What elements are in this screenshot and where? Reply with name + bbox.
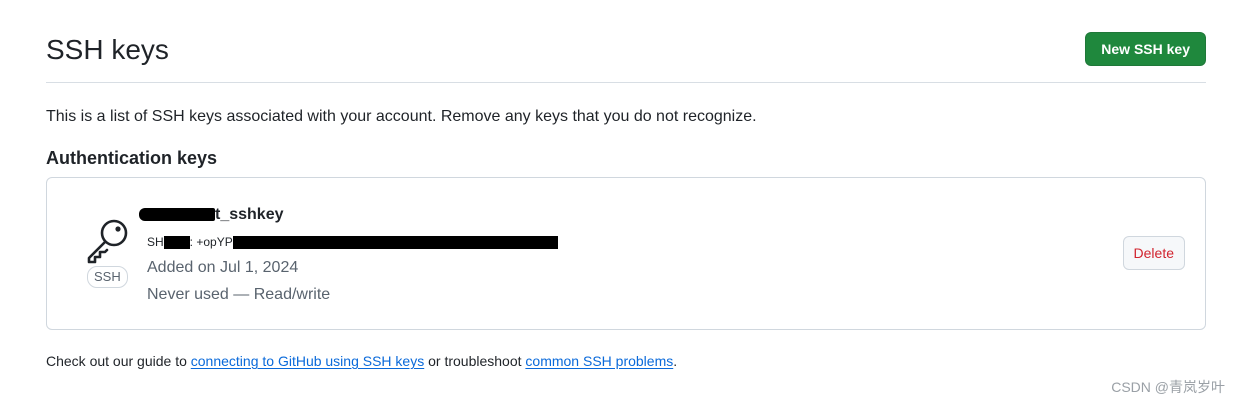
redacted-block [232,236,558,250]
key-icon [85,216,131,264]
ssh-guide-link[interactable]: connecting to GitHub using SSH keys [191,353,424,369]
new-ssh-key-button[interactable]: New SSH key [1085,32,1206,66]
key-fingerprint: SH : +opYP [147,234,558,250]
key-title-suffix: t_sshkey [215,206,284,223]
ssh-keys-page: SSH keys New SSH key This is a list of S… [0,0,1241,406]
page-description: This is a list of SSH keys associated wi… [46,108,757,125]
page-header: SSH keys New SSH key [46,30,1206,83]
footer-text: Check out our guide to [46,353,191,369]
redacted-block [139,208,215,222]
key-title: t_sshkey [139,205,284,225]
fingerprint-prefix: SH [147,235,164,249]
section-title: Authentication keys [46,148,218,168]
footer-note: Check out our guide to connecting to Git… [46,352,677,370]
ssh-badge: SSH [87,266,128,288]
footer-text: or troubleshoot [424,353,526,369]
redacted-block [163,236,190,250]
ssh-troubleshoot-link[interactable]: common SSH problems [525,353,673,369]
delete-button[interactable]: Delete [1122,236,1185,270]
watermark: CSDN @青岚岁叶 [1111,379,1225,395]
key-added-date: Added on Jul 1, 2024 [147,259,299,276]
key-usage: Never used — Read/write [147,286,331,303]
fingerprint-middle: : +opYP [189,235,233,249]
ssh-key-item: SSH t_sshkey SH : +opYP Added on Jul 1, 2… [46,177,1206,330]
footer-text: . [673,353,678,369]
page-title: SSH keys [46,34,169,65]
